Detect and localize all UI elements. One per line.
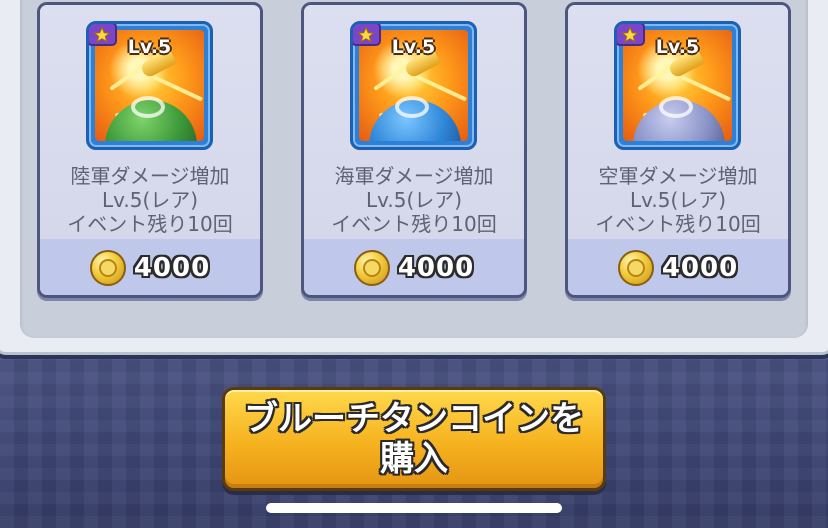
shop-item-grid: Lv.5 陸軍ダメージ増加 Lv.5(レア) イベント残り10回 4000 Lv… xyxy=(20,0,808,338)
item-price: 4000 xyxy=(661,253,739,283)
shop-item-card-army[interactable]: Lv.5 陸軍ダメージ増加 Lv.5(レア) イベント残り10回 4000 xyxy=(37,2,263,298)
price-row: 4000 xyxy=(304,250,524,286)
home-indicator[interactable] xyxy=(266,503,562,513)
item-price: 4000 xyxy=(133,253,211,283)
item-title: 陸軍ダメージ増加 xyxy=(70,164,230,188)
rarity-badge xyxy=(89,24,117,46)
damage-boost-icon: Lv.5 xyxy=(623,30,732,141)
star-icon xyxy=(93,26,111,43)
rarity-badge xyxy=(353,24,381,46)
buy-button-label-line2: 購入 xyxy=(380,439,448,479)
rarity-badge xyxy=(617,24,645,46)
gold-coin-icon xyxy=(89,250,126,286)
item-icon-frame: Lv.5 xyxy=(86,21,213,150)
price-row: 4000 xyxy=(40,250,260,286)
item-icon-frame: Lv.5 xyxy=(614,21,741,150)
gold-coin-icon xyxy=(617,250,654,286)
damage-boost-icon: Lv.5 xyxy=(359,30,468,141)
item-title: 海軍ダメージ増加 xyxy=(334,164,494,188)
item-price: 4000 xyxy=(397,253,475,283)
item-remaining: イベント残り10回 xyxy=(595,212,761,236)
item-remaining: イベント残り10回 xyxy=(67,212,233,236)
item-remaining: イベント残り10回 xyxy=(331,212,497,236)
item-subtitle: Lv.5(レア) xyxy=(101,188,199,212)
star-icon xyxy=(357,26,375,43)
buy-coins-button[interactable]: ブルーチタンコインを 購入 xyxy=(222,387,606,491)
item-subtitle: Lv.5(レア) xyxy=(629,188,727,212)
buy-button-label-line1: ブルーチタンコインを xyxy=(244,399,584,439)
item-subtitle: Lv.5(レア) xyxy=(365,188,463,212)
item-title: 空軍ダメージ増加 xyxy=(598,164,758,188)
star-icon xyxy=(621,26,639,43)
gold-coin-icon xyxy=(353,250,390,286)
shop-item-card-airforce[interactable]: Lv.5 空軍ダメージ増加 Lv.5(レア) イベント残り10回 4000 xyxy=(565,2,791,298)
item-icon-frame: Lv.5 xyxy=(350,21,477,150)
shop-item-card-navy[interactable]: Lv.5 海軍ダメージ増加 Lv.5(レア) イベント残り10回 4000 xyxy=(301,2,527,298)
damage-boost-icon: Lv.5 xyxy=(95,30,204,141)
price-row: 4000 xyxy=(568,250,788,286)
